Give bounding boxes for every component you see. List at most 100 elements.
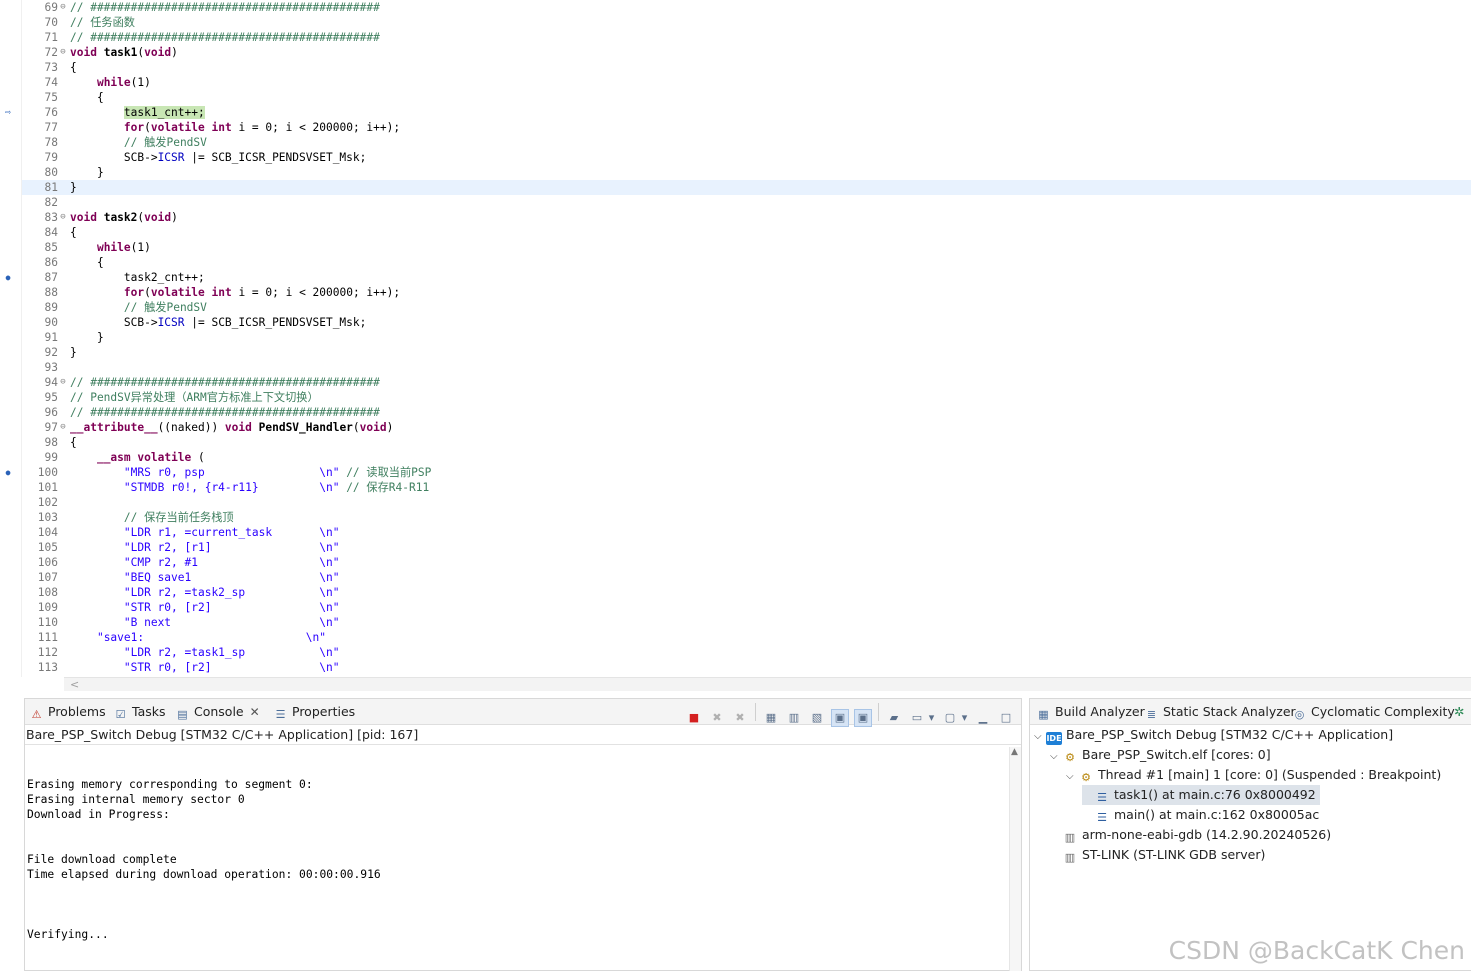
code-token: SCB-> bbox=[70, 151, 158, 164]
debug-tree-node[interactable]: ⌵ ⚙ Thread #1 [main] 1 [core: 0] (Suspende… bbox=[1066, 765, 1441, 785]
code-line[interactable]: 69 ⊖// ##################################… bbox=[22, 0, 1471, 15]
open-console-dropdown-icon[interactable]: ▾ bbox=[960, 709, 969, 727]
scroll-left-icon[interactable]: < bbox=[70, 678, 79, 691]
breakpoint-icon[interactable]: ● bbox=[2, 467, 14, 479]
code-line[interactable]: ● 87 task2_cnt++; bbox=[6, 270, 1471, 285]
debug-tree-node[interactable]: ⌵ ⚙ Bare_PSP_Switch.elf [cores: 0] bbox=[1050, 745, 1271, 765]
console-line: Erasing internal memory sector 0 bbox=[27, 793, 245, 806]
display-console-icon[interactable]: ▭ bbox=[908, 709, 926, 727]
code-line[interactable]: 77 for(volatile int i = 0; i < 200000; i… bbox=[22, 120, 1471, 135]
debug-tree-node[interactable]: ☰ task1() at main.c:76 0x8000492 bbox=[1082, 785, 1320, 805]
show-on-stdout-icon[interactable]: ▣ bbox=[831, 709, 849, 727]
debug-tree-node[interactable]: ▥ arm-none-eabi-gdb (14.2.90.20240526) bbox=[1050, 825, 1331, 845]
code-line[interactable]: 78 // 触发PendSV bbox=[22, 135, 1471, 150]
code-line[interactable]: 111 "save1: \n" bbox=[22, 630, 1471, 645]
tab-static-stack-analyzer[interactable]: ≣ Static Stack Analyzer bbox=[1144, 703, 1296, 721]
fold-toggle-icon[interactable]: ⊖ bbox=[58, 420, 68, 435]
tab-console[interactable]: ▤ Console ✕ bbox=[175, 703, 260, 721]
code-line[interactable]: 101 "STMDB r0!, {r4-r11} \n" // 保存R4-R11 bbox=[22, 480, 1471, 495]
code-line[interactable]: 82 bbox=[22, 195, 1471, 210]
code-line[interactable]: 73 { bbox=[22, 60, 1471, 75]
fold-toggle-icon[interactable]: ⊖ bbox=[58, 45, 68, 60]
code-lines[interactable]: 69 ⊖// ##################################… bbox=[5, 0, 1471, 675]
clear-console-icon[interactable]: ▦ bbox=[762, 709, 780, 727]
fold-toggle-icon[interactable]: ⊖ bbox=[58, 210, 68, 225]
code-editor[interactable]: 69 ⊖// ##################################… bbox=[0, 0, 1471, 693]
close-tab-icon[interactable]: ✕ bbox=[250, 705, 260, 719]
code-line[interactable]: 97 ⊖ __attribute__((naked)) void PendSV_Ha… bbox=[22, 420, 1471, 435]
code-line[interactable]: 80 } bbox=[22, 165, 1471, 180]
code-line[interactable]: 71 // ###################################… bbox=[22, 30, 1471, 45]
code-line[interactable]: 96 // ###################################… bbox=[22, 405, 1471, 420]
maximize-icon[interactable]: □ bbox=[997, 709, 1015, 727]
code-line[interactable]: 81} bbox=[22, 180, 1471, 195]
code-line[interactable]: 79 SCB->ICSR |= SCB_ICSR_PENDSVSET_Msk; bbox=[22, 150, 1471, 165]
code-token: while bbox=[96, 241, 131, 254]
chevron-down-icon[interactable]: ⌵ bbox=[1034, 727, 1046, 747]
debug-tree-node[interactable]: ☰ main() at main.c:162 0x80005ac bbox=[1082, 805, 1319, 825]
pin-console-icon[interactable]: ▰ bbox=[885, 709, 903, 727]
code-line[interactable]: 92} bbox=[22, 345, 1471, 360]
code-line[interactable]: ● 100 "MRS r0, psp \n" // 读取当前PSP bbox=[6, 465, 1471, 480]
code-token: volatile bbox=[150, 121, 205, 134]
code-line[interactable]: ⇨ 76 task1_cnt++; bbox=[5, 105, 1471, 120]
code-line[interactable]: 107 "BEQ save1 \n" bbox=[22, 570, 1471, 585]
debug-instruction-pointer-icon[interactable]: ⇨ bbox=[2, 107, 14, 119]
code-line[interactable]: 95 // PendSV异常处理（ARM官方标准上下文切换） bbox=[22, 390, 1471, 405]
code-line[interactable]: 108 "LDR r2, =task2_sp \n" bbox=[22, 585, 1471, 600]
console-vertical-scrollbar[interactable]: ▲ bbox=[1009, 747, 1021, 971]
code-line[interactable]: 72 ⊖ void task1(void) bbox=[22, 45, 1471, 60]
code-line[interactable]: 70 // 任务函数 bbox=[22, 15, 1471, 30]
code-line[interactable]: 112 "LDR r2, =task1_sp \n" bbox=[22, 645, 1471, 660]
debug-tree-node[interactable]: ▥ ST-LINK (ST-LINK GDB server) bbox=[1050, 845, 1266, 865]
code-line[interactable]: 91 } bbox=[22, 330, 1471, 345]
remove-all-launches-icon[interactable]: ✖ bbox=[731, 709, 749, 727]
debug-tree-node[interactable]: ⌵ IDE Bare_PSP_Switch Debug [STM32 C/C++ A… bbox=[1034, 725, 1393, 745]
code-line[interactable]: 83 ⊖ void task2(void) bbox=[22, 210, 1471, 225]
show-on-stderr-icon[interactable]: ▣ bbox=[854, 709, 872, 727]
tab-tasks[interactable]: ☑ Tasks bbox=[113, 703, 166, 721]
scroll-up-icon[interactable]: ▲ bbox=[1011, 747, 1018, 757]
code-line[interactable]: 109 "STR r0, [r2] \n" bbox=[22, 600, 1471, 615]
code-line[interactable]: 94 ⊖// ##################################… bbox=[22, 375, 1471, 390]
code-line[interactable]: 93 bbox=[22, 360, 1471, 375]
code-line[interactable]: 104 "LDR r1, =current_task \n" bbox=[22, 525, 1471, 540]
code-line[interactable]: 106 "CMP r2, #1 \n" bbox=[22, 555, 1471, 570]
word-wrap-icon[interactable]: ▧ bbox=[808, 709, 826, 727]
open-console-icon[interactable]: ▢ bbox=[941, 709, 959, 727]
display-console-dropdown-icon[interactable]: ▾ bbox=[927, 709, 936, 727]
code-line[interactable]: 98 { bbox=[22, 435, 1471, 450]
fold-toggle-icon[interactable]: ⊖ bbox=[58, 0, 68, 15]
code-line[interactable]: 89 // 触发PendSV bbox=[22, 300, 1471, 315]
scroll-lock-icon[interactable]: ▥ bbox=[785, 709, 803, 727]
chevron-down-icon[interactable]: ⌵ bbox=[1066, 767, 1078, 787]
editor-horizontal-scrollbar[interactable]: < bbox=[64, 677, 1471, 691]
console-output[interactable]: Erasing memory corresponding to segment … bbox=[25, 747, 1011, 971]
code-line[interactable]: 88 for(volatile int i = 0; i < 200000; i… bbox=[22, 285, 1471, 300]
minimize-icon[interactable]: ▁ bbox=[974, 709, 992, 727]
terminate-icon[interactable]: ■ bbox=[685, 709, 703, 727]
tab-cyclomatic-complexity[interactable]: ◎ Cyclomatic Complexity bbox=[1292, 703, 1455, 721]
code-line[interactable]: 75 { bbox=[22, 90, 1471, 105]
code-line[interactable]: 85 while(1) bbox=[22, 240, 1471, 255]
code-line[interactable]: 86 { bbox=[22, 255, 1471, 270]
chevron-down-icon[interactable]: ⌵ bbox=[1050, 747, 1062, 767]
code-line[interactable]: 99 __asm volatile ( bbox=[22, 450, 1471, 465]
code-line[interactable]: 113 "STR r0, [r2] \n" bbox=[22, 660, 1471, 675]
tab-problems[interactable]: ⚠ Problems bbox=[29, 703, 106, 721]
code-line[interactable]: 103 // 保存当前任务栈顶 bbox=[22, 510, 1471, 525]
debug-view-menu-icon[interactable]: ✲ bbox=[1454, 703, 1464, 721]
code-line[interactable]: 105 "LDR r2, [r1] \n" bbox=[22, 540, 1471, 555]
code-line[interactable]: 102 bbox=[22, 495, 1471, 510]
code-line[interactable]: 74 while(1) bbox=[22, 75, 1471, 90]
breakpoint-icon[interactable]: ● bbox=[2, 272, 14, 284]
code-line[interactable]: 84 { bbox=[22, 225, 1471, 240]
code-line[interactable]: 90 SCB->ICSR |= SCB_ICSR_PENDSVSET_Msk; bbox=[22, 315, 1471, 330]
code-line[interactable]: 110 "B next \n" bbox=[22, 615, 1471, 630]
tab-properties[interactable]: ☰ Properties bbox=[273, 703, 356, 721]
remove-launch-icon[interactable]: ✖ bbox=[708, 709, 726, 727]
breakpoint-ruler[interactable] bbox=[0, 0, 22, 677]
tab-build-analyzer[interactable]: ▦ Build Analyzer bbox=[1036, 703, 1144, 721]
fold-toggle-icon[interactable]: ⊖ bbox=[58, 375, 68, 390]
